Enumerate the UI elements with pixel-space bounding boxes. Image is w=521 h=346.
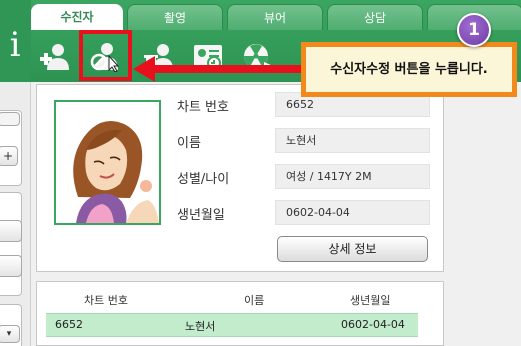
left-panel: + ▾ [0, 82, 31, 346]
callout-arrow-line [152, 65, 301, 73]
name-field: 노현서 [275, 128, 430, 153]
birth-date-label: 생년월일 [177, 208, 225, 223]
row-birth-cell: 0602-04-04 [341, 318, 405, 331]
tab-capture[interactable]: 촬영 [127, 4, 223, 30]
row-name-cell: 노현서 [185, 320, 216, 333]
gender-age-label: 성별/나이 [177, 172, 230, 187]
step-badge: 1 [457, 13, 491, 47]
app-logo: i [9, 25, 21, 65]
tab-viewer[interactable]: 뷰어 [227, 4, 323, 30]
name-label: 이름 [177, 136, 201, 151]
left-button-2[interactable] [0, 255, 22, 277]
add-small-button[interactable]: + [0, 146, 18, 166]
chevron-down-icon[interactable]: ▾ [0, 325, 20, 343]
patient-avatar-illustration [56, 102, 159, 223]
callout-arrow-head [133, 56, 155, 82]
left-button-1[interactable] [0, 220, 22, 242]
list-header-birth[interactable]: 생년월일 [350, 292, 390, 308]
detail-info-button[interactable]: 상세 정보 [277, 236, 428, 262]
patient-photo [54, 100, 161, 225]
keyboard-icon[interactable] [0, 112, 20, 126]
birth-date-field: 0602-04-04 [275, 200, 430, 225]
add-patient-button[interactable] [36, 38, 72, 74]
tutorial-callout: 수신자수정 버튼을 누릅니다. [301, 42, 517, 97]
logo-strip: i [0, 0, 31, 82]
person-plus-icon [40, 44, 69, 70]
tab-bar: 수진자 촬영 뷰어 상담 [31, 4, 521, 30]
list-header-chart[interactable]: 차트 번호 [84, 292, 128, 308]
chart-number-label: 차트 번호 [177, 100, 229, 115]
left-filter-box [0, 192, 22, 296]
tab-patient[interactable]: 수진자 [31, 4, 123, 30]
edit-button-highlight [79, 30, 132, 81]
list-header-name[interactable]: 이름 [244, 292, 264, 308]
gender-age-field: 여성 / 1417Y 2M [275, 164, 430, 189]
row-chart-cell: 6652 [55, 318, 83, 331]
tab-consult[interactable]: 상담 [327, 4, 423, 30]
